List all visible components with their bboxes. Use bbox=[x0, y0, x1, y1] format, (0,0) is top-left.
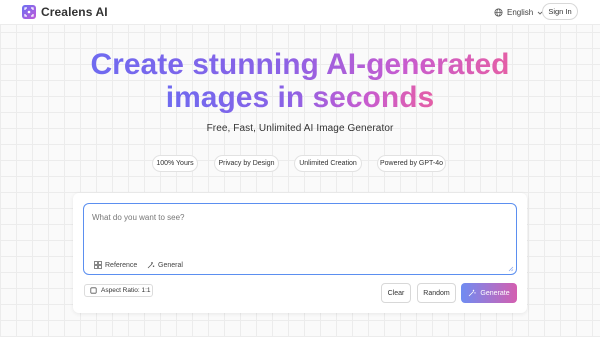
generate-label: Generate bbox=[480, 289, 510, 297]
badge-unlimited: Unlimited Creation bbox=[294, 155, 362, 172]
hero-title-line-1: Create stunning AI-generated bbox=[90, 48, 510, 81]
style-selector[interactable]: General bbox=[147, 260, 183, 270]
generator-panel: What do you want to see? Reference Gener… bbox=[73, 193, 527, 313]
reference-label: Reference bbox=[105, 261, 138, 269]
generate-button[interactable]: Generate bbox=[461, 283, 517, 303]
magic-wand-icon bbox=[469, 289, 477, 297]
prompt-textarea[interactable]: What do you want to see? Reference Gener… bbox=[83, 203, 517, 275]
aspect-ratio-selector[interactable]: Aspect Ratio: 1:1 bbox=[84, 284, 153, 297]
aspect-ratio-label: Aspect Ratio: 1:1 bbox=[101, 287, 151, 294]
resize-handle-icon[interactable] bbox=[508, 266, 514, 272]
reference-button[interactable]: Reference bbox=[94, 260, 137, 270]
logo-icon[interactable] bbox=[22, 5, 36, 19]
prompt-placeholder: What do you want to see? bbox=[92, 213, 185, 222]
top-navbar: Crealens AI English Sign In bbox=[0, 0, 600, 25]
language-selector[interactable]: English bbox=[494, 6, 543, 19]
language-label: English bbox=[507, 8, 534, 17]
sign-in-button[interactable]: Sign In bbox=[542, 3, 578, 20]
badge-powered-by: Powered by GPT-4o bbox=[377, 155, 446, 172]
badge-privacy: Privacy by Design bbox=[214, 155, 279, 172]
image-icon bbox=[94, 261, 102, 269]
style-label: General bbox=[158, 261, 183, 269]
random-button[interactable]: Random bbox=[417, 283, 456, 303]
clear-button[interactable]: Clear bbox=[381, 283, 411, 303]
brand-name[interactable]: Crealens AI bbox=[41, 5, 108, 19]
feature-badges: 100% Yours Privacy by Design Unlimited C… bbox=[0, 155, 600, 172]
sparkle-icon bbox=[147, 262, 155, 269]
badge-100-yours: 100% Yours bbox=[152, 155, 198, 172]
globe-icon bbox=[494, 8, 503, 17]
hero-subtitle: Free, Fast, Unlimited AI Image Generator bbox=[206, 123, 394, 134]
square-icon bbox=[90, 287, 97, 294]
hero-title-line-2: images in seconds bbox=[165, 81, 435, 114]
